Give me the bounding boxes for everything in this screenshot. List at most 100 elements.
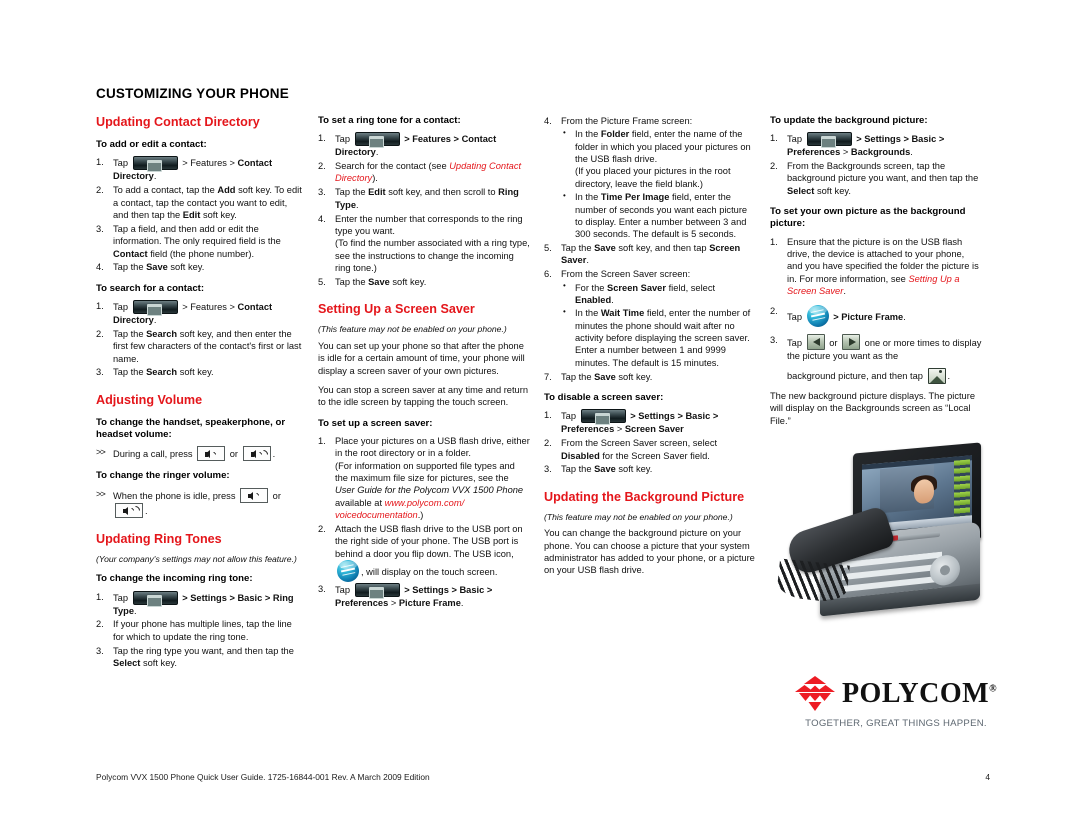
- footer-document-info: Polycom VVX 1500 Phone Quick User Guide.…: [96, 772, 430, 782]
- subheading-change-ringer-volume: To change the ringer volume:: [96, 470, 230, 482]
- brand-name: POLYCOM: [841, 678, 990, 709]
- subheading-change-incoming-ring-tone: To change the incoming ring tone:: [96, 573, 253, 585]
- home-key-icon[interactable]: [132, 156, 178, 173]
- step-emphasis: > Settings > Basic >: [856, 134, 945, 145]
- step-text: Tap the: [113, 367, 147, 378]
- step: Tap the Save soft key.: [96, 261, 304, 274]
- home-key-icon[interactable]: [132, 590, 178, 607]
- section-heading-adjusting-volume: Adjusting Volume: [96, 392, 203, 407]
- bullet-text: In the: [575, 308, 601, 319]
- step-emphasis: Add: [217, 185, 236, 196]
- step-emphasis: Edit: [182, 209, 201, 220]
- registered-mark: ®: [989, 683, 998, 695]
- step-text: During a call, press: [113, 449, 193, 460]
- step: Ensure that the picture is on the USB fl…: [770, 236, 982, 298]
- step-emphasis: Select: [787, 185, 815, 196]
- step: Tap > Settings > Basic > Preferences > B…: [770, 132, 982, 158]
- step-text: soft key, and then scroll to: [385, 187, 499, 198]
- volume-up-icon[interactable]: [242, 446, 271, 462]
- step-text: for the Screen Saver field.: [599, 450, 710, 461]
- step-text: available at: [335, 497, 385, 508]
- step-text: soft key.: [615, 464, 653, 475]
- step-text: Search for the contact (see: [335, 161, 450, 172]
- step-emphasis: >: [833, 311, 842, 322]
- volume-down-icon[interactable]: [197, 446, 226, 462]
- bullet-item: In the Time Per Image field, enter the n…: [561, 191, 756, 240]
- step: When the phone is idle, press or .: [96, 487, 304, 518]
- step-text: Tap: [787, 337, 802, 348]
- step-emphasis: Preferences: [787, 147, 841, 158]
- step-emphasis: Save: [594, 243, 616, 254]
- step-text: .): [417, 510, 424, 521]
- step: Tap > Features > Contact Directory.: [96, 300, 304, 326]
- period: .: [153, 315, 157, 326]
- step-emphasis: Picture Frame: [398, 598, 461, 609]
- home-key-icon[interactable]: [354, 132, 400, 149]
- period: .: [947, 370, 951, 381]
- volume-down-icon[interactable]: [240, 487, 269, 503]
- step-text: Attach the USB flash drive to the USB po…: [335, 523, 523, 559]
- steps-picture-frame-continued: From the Picture Frame screen: In the Fo…: [544, 115, 756, 383]
- steps-search-contact: Tap > Features > Contact Directory. Tap …: [96, 300, 304, 379]
- arrow-left-icon[interactable]: [806, 333, 825, 350]
- section-heading-updating-ring-tones: Updating Ring Tones: [96, 531, 222, 546]
- section-note: (This feature may not be enabled on your…: [318, 324, 507, 335]
- conjunction: or: [829, 337, 838, 348]
- usb-icon[interactable]: [806, 304, 829, 327]
- step-emphasis: Select: [113, 658, 141, 669]
- home-key-icon[interactable]: [806, 132, 852, 149]
- step-emphasis: > Settings > Basic >: [404, 585, 493, 596]
- section-heading-setting-up-screen-saver: Setting Up a Screen Saver: [318, 302, 475, 317]
- polycom-wordmark: POLYCOM®: [842, 680, 997, 708]
- step-text: Tap the: [561, 464, 595, 475]
- step-emphasis: Preferences: [561, 424, 615, 435]
- step: To add a contact, tap the Add soft key. …: [96, 184, 304, 221]
- step-text: Tap the: [335, 187, 369, 198]
- home-key-icon[interactable]: [132, 300, 178, 317]
- step-emphasis: Search: [146, 328, 178, 339]
- bullet-list: In the Folder field, enter the name of t…: [561, 128, 756, 240]
- step-text: soft key.: [814, 185, 851, 196]
- step-text: soft key.: [140, 658, 177, 669]
- home-key-icon[interactable]: [354, 583, 400, 600]
- step-text: Tap: [113, 592, 128, 603]
- section-note: (Your company's settings may not allow t…: [96, 553, 297, 564]
- page-canvas: CUSTOMIZING YOUR PHONE Updating Contact …: [0, 0, 1080, 834]
- step-text: soft key.: [167, 262, 205, 273]
- bullet-text: In the: [575, 129, 601, 140]
- step-emphasis: > Settings > Basic >: [630, 411, 719, 422]
- period: .: [460, 598, 464, 609]
- field-value: Disabled: [561, 450, 600, 461]
- step-text: Tap the ring type you want, and then tap…: [113, 645, 294, 656]
- step: Tap the Search soft key, and then enter …: [96, 328, 304, 365]
- volume-up-icon[interactable]: [115, 502, 143, 518]
- arrow-right-icon[interactable]: [842, 333, 861, 350]
- period: .: [843, 286, 846, 297]
- step-text: ).: [372, 173, 378, 184]
- step-text: >: [614, 424, 625, 435]
- step-emphasis: Screen Saver: [624, 424, 684, 435]
- column-3: From the Picture Frame screen: In the Fo…: [544, 115, 756, 775]
- step-text: Tap: [561, 411, 576, 422]
- usb-icon[interactable]: [337, 559, 359, 582]
- step-text: , will display on the touch screen.: [361, 566, 498, 577]
- period: .: [134, 605, 137, 616]
- step: Attach the USB flash drive to the USB po…: [318, 523, 530, 582]
- period: .: [153, 171, 157, 182]
- period: .: [145, 505, 148, 516]
- step: Tap the Save soft key.: [318, 276, 530, 289]
- step-text: Tap the: [561, 243, 595, 254]
- screen-person-face: [914, 478, 934, 505]
- step-text: background picture, and then tap: [787, 370, 923, 381]
- step-emphasis: Save: [368, 276, 390, 287]
- picture-frame-icon[interactable]: [927, 367, 946, 384]
- step-emphasis: Save: [594, 464, 616, 475]
- field-name: Screen Saver: [607, 282, 666, 293]
- home-key-icon[interactable]: [580, 409, 626, 426]
- step-text: When the phone is idle, press: [113, 490, 236, 501]
- bullet-item: In the Wait Time field, enter the number…: [561, 307, 756, 369]
- step: Search for the contact (see Updating Con…: [318, 160, 530, 185]
- step-emphasis: > Settings > Basic >: [182, 592, 271, 603]
- step-text: From the Backgrounds screen, tap the bac…: [787, 161, 979, 184]
- steps-handset-volume: During a call, press or .: [96, 446, 304, 462]
